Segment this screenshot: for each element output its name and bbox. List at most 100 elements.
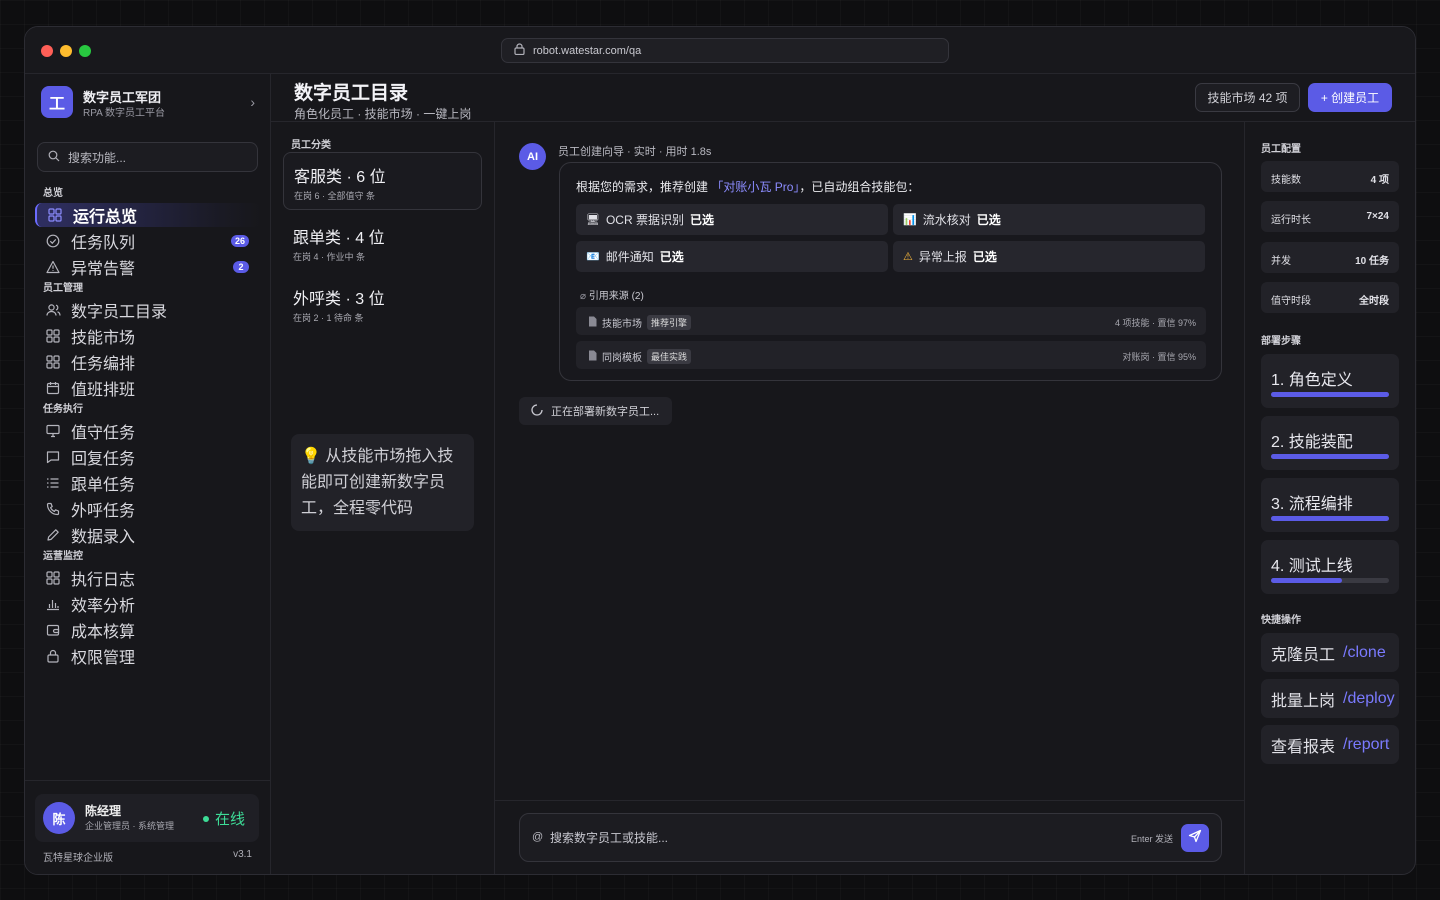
maximize-window-button[interactable] <box>79 45 91 57</box>
sidebar-item-label: 数据录入 <box>71 529 136 546</box>
skill-chip[interactable]: ⚠ 异常上报 已选 <box>893 241 1205 272</box>
online-dot-icon <box>202 815 209 822</box>
brand-switcher[interactable]: 工 数字员工军团 RPA 数字员工平台 › <box>41 86 255 119</box>
reference-row[interactable]: 技能市场 推荐引擎 4 项技能 · 置信 97% <box>576 307 1206 335</box>
category-panel: 员工分类 客服类 · 6 位 在岗 6 · 全部值守 条 跟单类 · 4 位 在… <box>271 122 495 874</box>
sidebar-item[interactable]: 数据录入 <box>35 523 261 547</box>
sidebar-item[interactable]: 值班排班 <box>35 376 261 400</box>
search-placeholder: 搜索功能... <box>68 150 127 165</box>
sidebar-item-label: 回复任务 <box>71 451 136 468</box>
deploy-step[interactable]: 3. 流程编排 <box>1261 478 1399 532</box>
sidebar-item[interactable]: 技能市场 <box>35 324 261 348</box>
grid-icon <box>45 570 61 586</box>
sidebar-item[interactable]: 任务编排 <box>35 350 261 374</box>
avatar: 陈 <box>43 802 75 834</box>
employee-name-highlight[interactable]: 「对账小瓦 Pro」 <box>711 180 799 194</box>
search-icon <box>48 150 60 165</box>
url-bar[interactable]: robot.watestar.com/qa <box>501 38 949 63</box>
reference-row[interactable]: 同岗模板 最佳实践 对账岗 · 置信 95% <box>576 341 1206 369</box>
sidebar-item[interactable]: 数字员工目录 <box>35 298 261 322</box>
mail-icon: 📧 <box>586 251 600 263</box>
send-hint: Enter 发送 <box>1130 834 1173 844</box>
brand-subtitle: RPA 数字员工平台 <box>83 108 166 119</box>
quick-action-button[interactable]: 查看报表/report <box>1261 725 1399 764</box>
sidebar-item[interactable]: 成本核算 <box>35 618 261 642</box>
skill-chip[interactable]: 🖥 OCR 票据识别 已选 <box>576 204 888 235</box>
chat-input[interactable] <box>550 826 1110 850</box>
skill-name: 异常上报 <box>918 250 967 264</box>
skill-chip[interactable]: 📧 邮件通知 已选 <box>576 241 888 272</box>
ai-avatar: AI <box>519 143 546 170</box>
create-employee-button[interactable]: + 创建员工 <box>1308 83 1392 112</box>
close-window-button[interactable] <box>41 45 53 57</box>
category-meta: 在岗 2 · 1 待命 条 <box>293 313 364 323</box>
page-title: 数字员工目录 <box>294 83 409 104</box>
skill-state: 已选 <box>689 213 714 227</box>
skill-state: 已选 <box>659 250 684 264</box>
sidebar-item[interactable]: 运行总览 <box>35 203 261 227</box>
grid-icon <box>47 207 63 223</box>
sidebar-item[interactable]: 任务队列 26 <box>35 229 261 253</box>
status-text: 在线 <box>214 811 245 828</box>
category-item[interactable]: 外呼类 · 3 位 在岗 2 · 1 待命 条 <box>283 275 482 333</box>
sidebar-item[interactable]: 执行日志 <box>35 566 261 590</box>
tip-card: 💡 从技能市场拖入技能即可创建新数字员工，全程零代码 <box>291 434 474 531</box>
user-card[interactable]: 陈 陈经理 企业管理员 · 系统管理 在线 <box>35 794 259 842</box>
config-value: 7×24 <box>1366 211 1389 222</box>
step-progress-fill <box>1271 578 1342 583</box>
mention-icon[interactable]: @ <box>532 831 543 843</box>
deploy-step[interactable]: 4. 测试上线 <box>1261 540 1399 594</box>
sidebar-item[interactable]: 回复任务 <box>35 445 261 469</box>
sidebar-item[interactable]: 值守任务 <box>35 419 261 443</box>
sidebar-item[interactable]: 外呼任务 <box>35 497 261 521</box>
message-text: 根据您的需求，推荐创建 「对账小瓦 Pro」，已自动组合技能包： <box>576 178 919 195</box>
user-name: 陈经理 <box>85 804 122 818</box>
skill-market-button[interactable]: 技能市场 42 项 <box>1195 83 1300 112</box>
skill-chip[interactable]: 📊 流水核对 已选 <box>893 204 1205 235</box>
status-badge: 在线 <box>202 808 245 829</box>
steps-label: 部署步骤 <box>1261 336 1301 347</box>
category-item[interactable]: 跟单类 · 4 位 在岗 4 · 作业中 条 <box>283 214 482 272</box>
check-circle-icon <box>45 233 61 249</box>
send-button[interactable] <box>1181 824 1209 852</box>
minimize-window-button[interactable] <box>60 45 72 57</box>
warning-icon <box>45 259 61 275</box>
category-item[interactable]: 客服类 · 6 位 在岗 6 · 全部值守 条 <box>283 152 482 210</box>
page-header: 数字员工目录 角色化员工 · 技能市场 · 一键上岗 技能市场 42 项 + 创… <box>271 74 1415 122</box>
document-icon <box>588 350 597 364</box>
pencil-icon <box>45 527 61 543</box>
config-key: 值守时段 <box>1271 296 1311 307</box>
category-name: 外呼类 · 3 位 <box>293 291 385 308</box>
quick-action-button[interactable]: 克隆员工/clone <box>1261 633 1399 672</box>
message-prefix: 根据您的需求，推荐创建 <box>576 180 709 194</box>
config-row: 值守时段 全时段 <box>1261 282 1399 313</box>
sidebar: 工 数字员工军团 RPA 数字员工平台 › 搜索功能... 总览 运行总览 任务队列… <box>25 74 271 874</box>
skill-state: 已选 <box>976 213 1001 227</box>
wallet-icon <box>45 622 61 638</box>
sidebar-item-label: 值班排班 <box>71 382 136 399</box>
category-name: 客服类 · 6 位 <box>294 169 386 186</box>
message-meta: 员工创建向导 · 实时 · 用时 1.8s <box>558 146 712 158</box>
sidebar-item[interactable]: 效率分析 <box>35 592 261 616</box>
quick-action-command: /clone <box>1343 643 1386 661</box>
category-meta: 在岗 4 · 作业中 条 <box>293 252 366 262</box>
search-box[interactable]: 搜索功能... <box>37 142 258 172</box>
skill-name: 流水核对 <box>922 213 971 227</box>
ai-message-bubble: 根据您的需求，推荐创建 「对账小瓦 Pro」，已自动组合技能包： 🖥 OCR 票… <box>559 162 1222 381</box>
sidebar-item[interactable]: 异常告警 2 <box>35 255 261 279</box>
count-badge: 2 <box>233 261 249 273</box>
chevron-right-icon: › <box>250 94 255 110</box>
reference-name: 同岗模板 <box>602 353 642 364</box>
sidebar-item[interactable]: 权限管理 <box>35 644 261 668</box>
chat-panel: AI 员工创建向导 · 实时 · 用时 1.8s 根据您的需求，推荐创建 「对账… <box>495 122 1245 874</box>
quick-actions-label: 快捷操作 <box>1261 615 1301 626</box>
deploy-step[interactable]: 1. 角色定义 <box>1261 354 1399 408</box>
skill-name: OCR 票据识别 <box>605 213 684 227</box>
quick-action-label: 批量上岗 <box>1271 692 1336 710</box>
step-progress-fill <box>1271 516 1389 521</box>
quick-action-button[interactable]: 批量上岗/deploy <box>1261 679 1399 718</box>
users-icon <box>45 302 61 318</box>
step-label: 3. 流程编排 <box>1271 496 1353 513</box>
deploy-step[interactable]: 2. 技能装配 <box>1261 416 1399 470</box>
sidebar-item[interactable]: 跟单任务 <box>35 471 261 495</box>
